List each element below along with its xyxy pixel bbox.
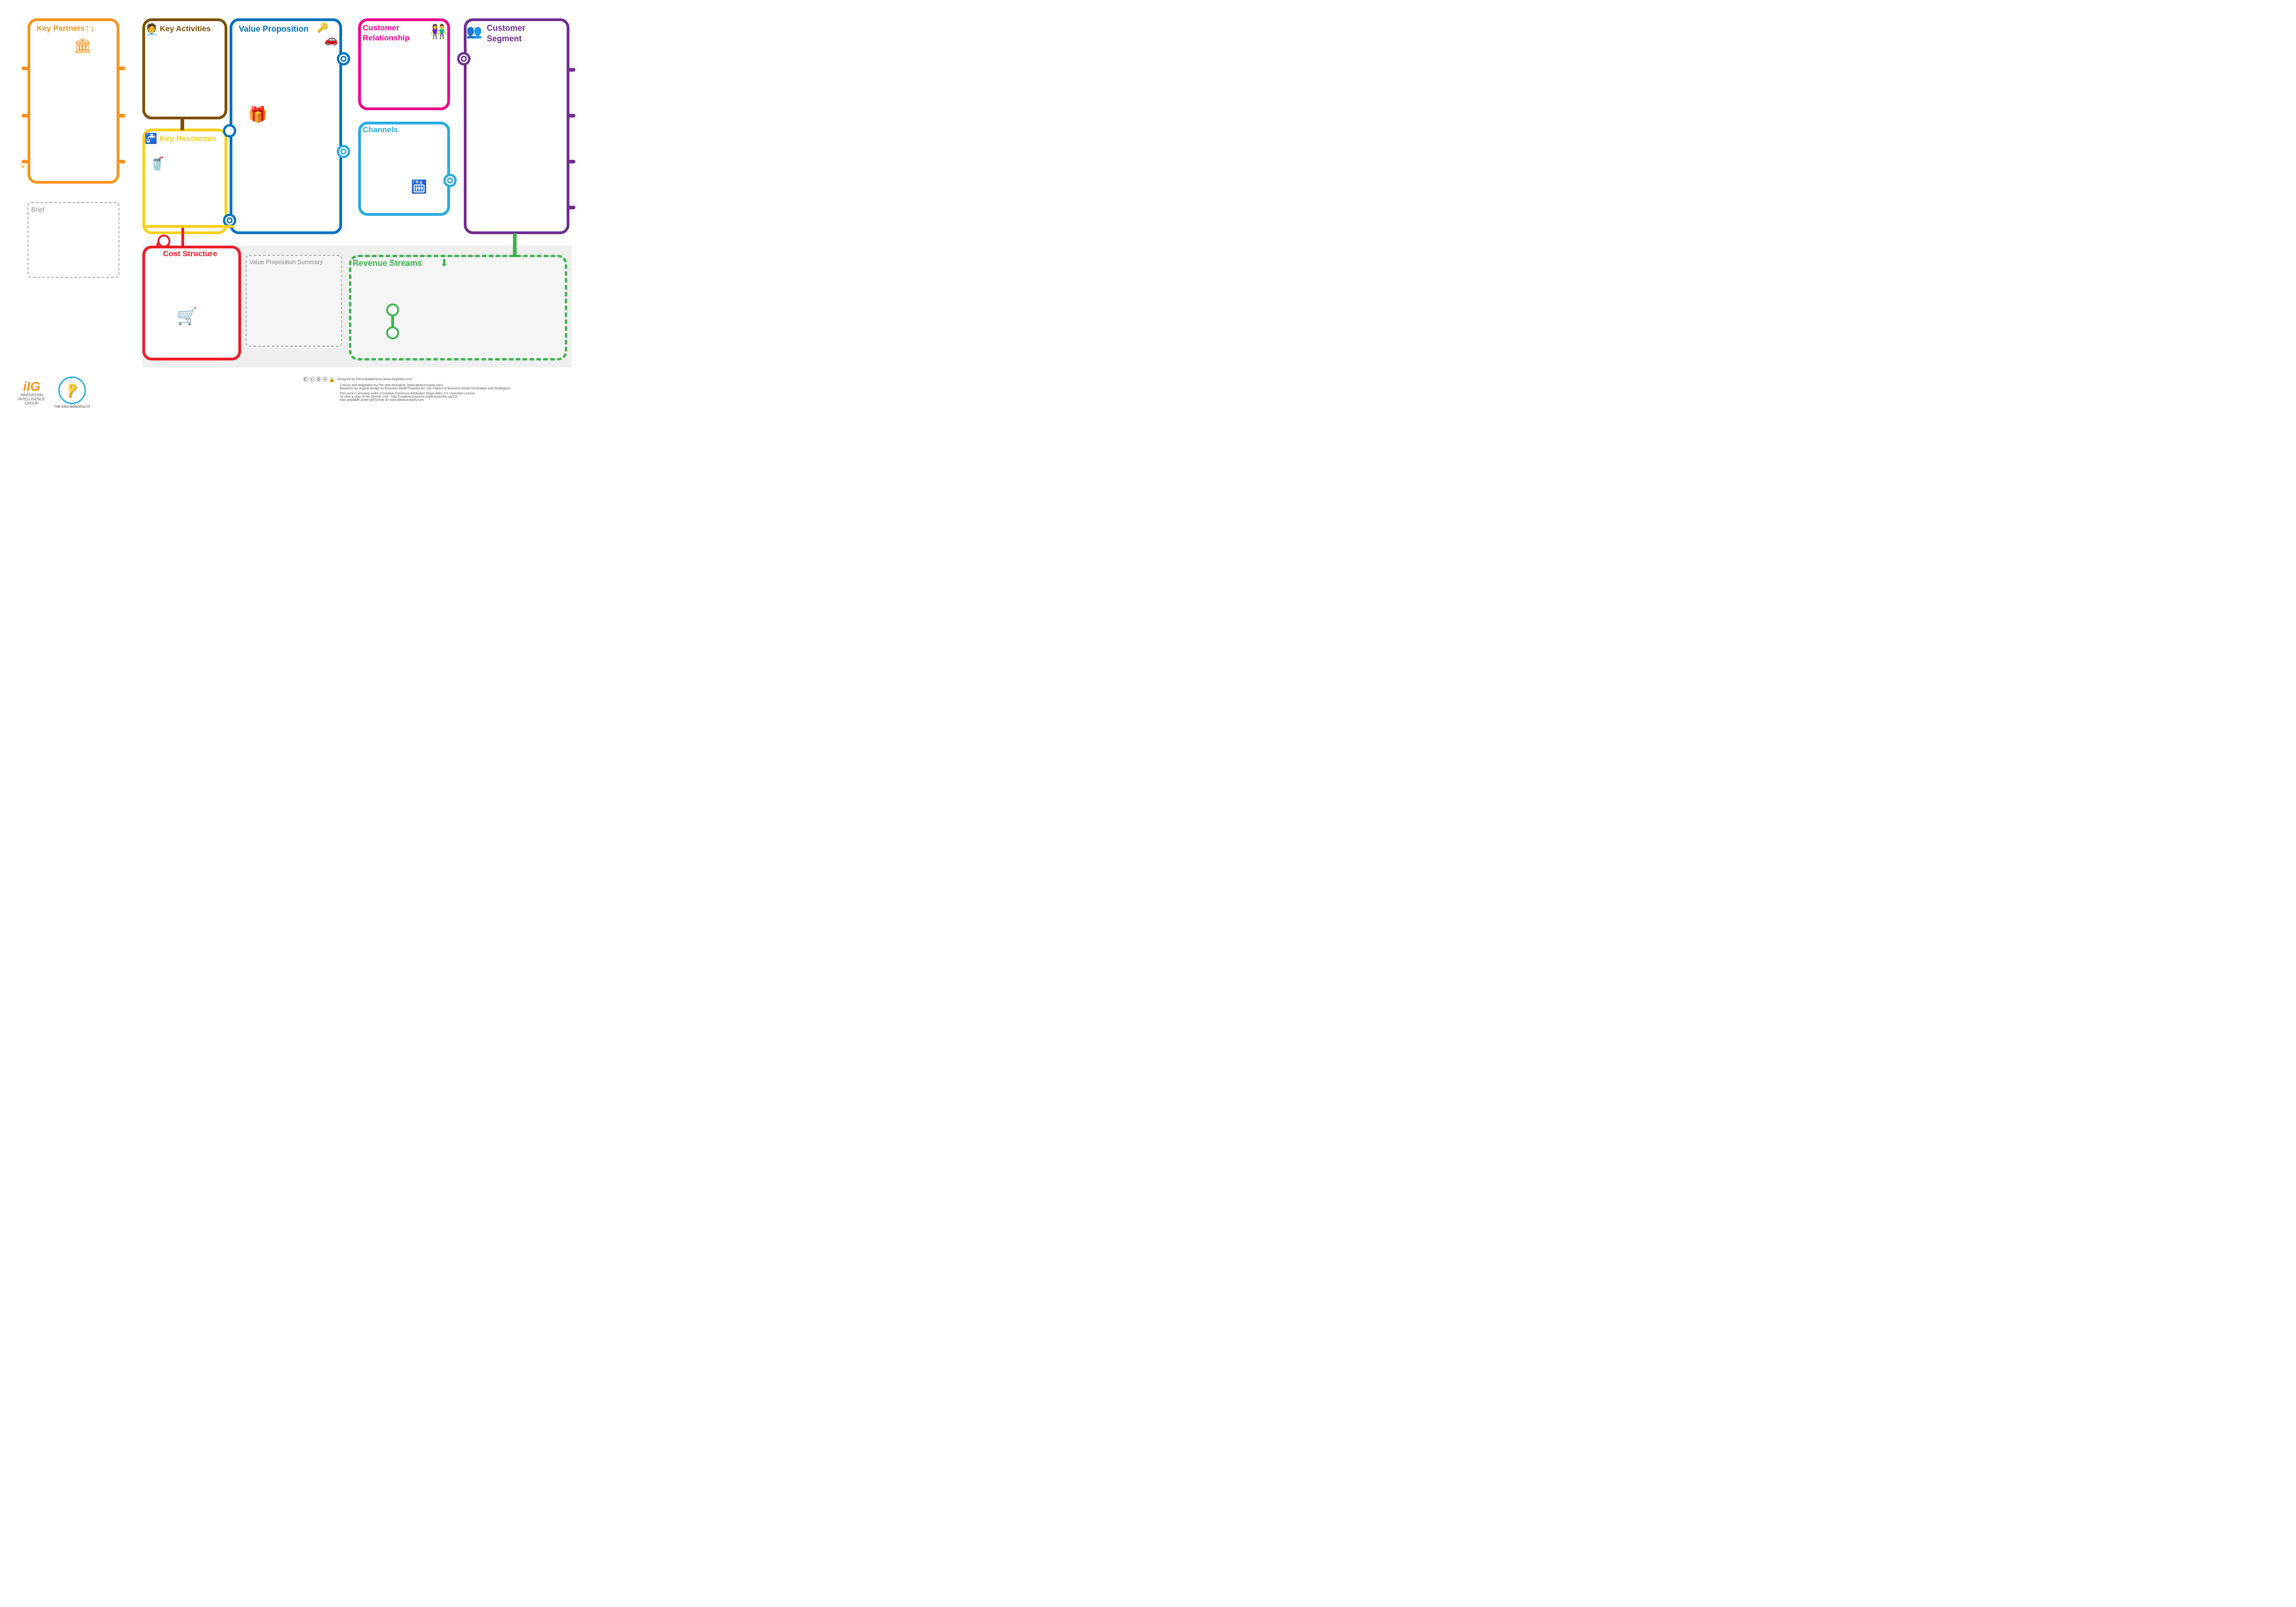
brief-box — [28, 202, 119, 278]
cost-structure-title: Cost Structure — [163, 249, 217, 258]
credits-line3: Based on an original design by Business … — [340, 387, 511, 390]
cr-people-icon: 👫 — [430, 24, 447, 40]
key-resources-faucet-icon: 🚰 — [145, 133, 157, 145]
iig-letters: iIG — [23, 380, 40, 393]
cc-icon: Ⓒ ⓒ Ⓢ ⓢ 🔒 — [303, 376, 335, 383]
cs-people-icon: 👥 — [466, 24, 482, 39]
customer-segment-box — [464, 18, 569, 234]
revenue-streams-arrow-icon: ⬇ — [440, 257, 448, 269]
iig-text-line2: INTELLIGENCE — [18, 397, 45, 401]
key-partners-arrow-icon: ↑↓ — [85, 22, 95, 34]
key-resources-title: Key Resources — [160, 134, 216, 143]
idea-monopoly-label: THE IDEA MONOPOLY® — [54, 405, 90, 409]
value-proposition-box — [230, 18, 342, 234]
revenue-bone-internal — [386, 303, 400, 342]
revenue-streams-title: Revenue Streams — [353, 258, 422, 268]
iig-logo: iIG INNOVATION INTELLIGENCE GROUP — [18, 380, 45, 405]
key-partners-title: Key Partners — [37, 24, 85, 33]
key-resources-cup-icon: 🥤 — [149, 156, 165, 171]
cost-cart-icon: 🛒 — [177, 307, 197, 326]
credits-line2: Colours and adaptation by The Idea Monop… — [340, 384, 511, 387]
iig-text-line1: INNOVATION — [21, 393, 43, 397]
channels-title: Channels — [363, 125, 398, 135]
channels-box — [358, 122, 450, 216]
vp-car-icon: 🚗 — [324, 33, 338, 46]
license-line2: To view a copy of this license, visit : … — [340, 395, 511, 399]
canvas: { "sections": { "key_partners": { "title… — [0, 0, 588, 411]
customer-relationship-title: Customer Relationship — [363, 23, 422, 43]
revenue-pipe-connector — [513, 233, 517, 257]
footer-credits: Ⓒ ⓒ Ⓢ ⓢ 🔒 Designed by Elena Balakhnova (… — [303, 376, 511, 402]
vp-key-icon: 🔑 — [317, 22, 328, 34]
credits-line1: Designed by Elena Balakhnova (www.IIGglo… — [337, 378, 412, 381]
idea-monopoly-circle: 🔑 — [58, 376, 86, 404]
vp-summary-title: Value Proposition Summary — [249, 258, 323, 265]
value-proposition-title: Value Proposition — [239, 24, 309, 34]
license-line1: This work is licensed under a Creative C… — [340, 392, 511, 395]
idea-monopoly-logo: 🔑 THE IDEA MONOPOLY® — [54, 376, 90, 409]
iig-text-line3: GROUP — [25, 401, 38, 405]
cost-bone-top — [157, 234, 171, 251]
cost-structure-box — [142, 246, 241, 360]
logo-area: iIG INNOVATION INTELLIGENCE GROUP 🔑 THE … — [18, 376, 90, 409]
brief-title: Brief — [31, 206, 45, 213]
vp-summary-box — [246, 255, 342, 347]
key-activities-title: Key Activities — [160, 24, 211, 34]
key-partners-building-icon: 🏛 — [73, 37, 92, 54]
key-activities-person-icon: 🧑‍💼 — [145, 23, 158, 36]
vp-gift-icon: 🎁 — [248, 106, 267, 124]
customer-segment-title: Customer Segment — [487, 23, 560, 45]
channels-escalator-icon: 🛗 — [411, 179, 427, 194]
idea-monopoly-key-icon: 🔑 — [63, 381, 81, 399]
license-line3: Also available under pdf format at: www.… — [340, 399, 511, 402]
revenue-streams-box — [349, 255, 567, 360]
